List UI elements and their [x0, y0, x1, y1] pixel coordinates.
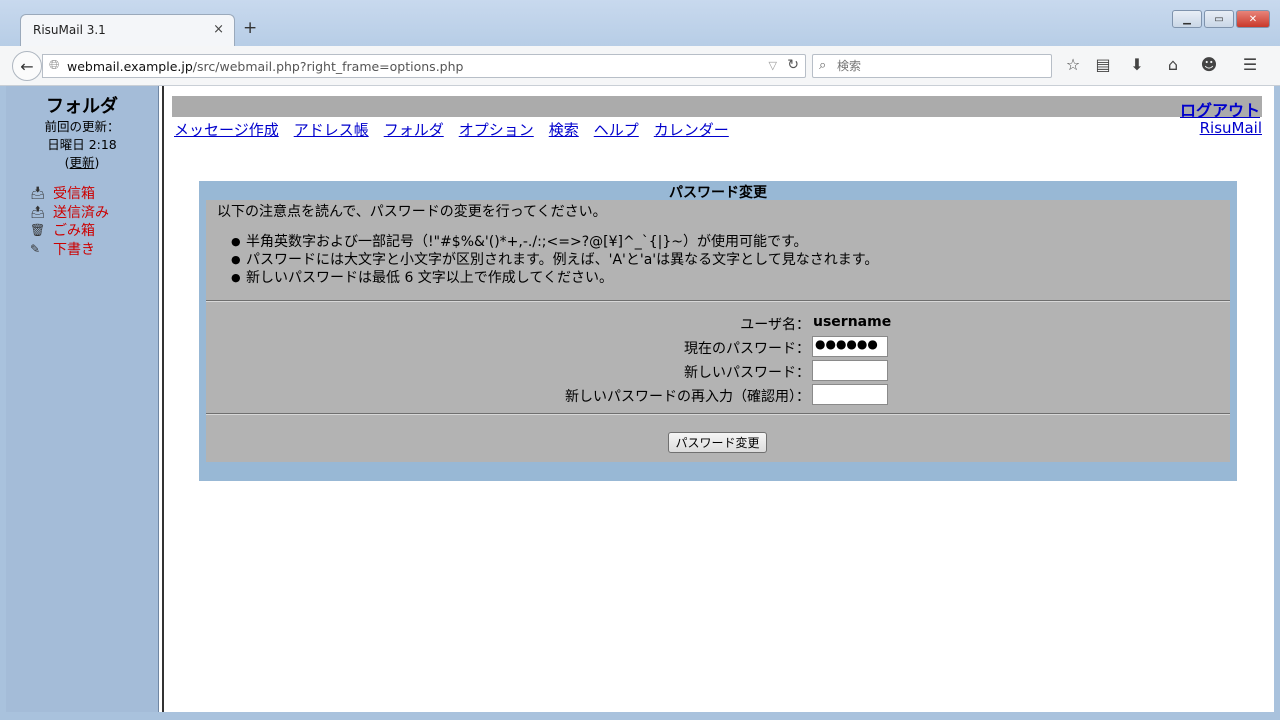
username-value: username: [813, 314, 892, 330]
new-password-row: 新しいパスワード：: [206, 360, 1230, 381]
folder-link-drafts[interactable]: 下書き: [53, 239, 95, 259]
folder-item-drafts[interactable]: ✎ 下書き: [30, 240, 109, 259]
menu-addressbook[interactable]: アドレス帳: [294, 119, 369, 140]
home-icon[interactable]: ⌂: [1162, 55, 1184, 74]
frame-divider[interactable]: [158, 86, 164, 712]
chat-icon[interactable]: ☻: [1198, 55, 1220, 74]
last-update-label: 前回の更新：: [44, 119, 120, 134]
menu-help[interactable]: ヘルプ: [594, 119, 639, 140]
url-path: /src/webmail.php?right_frame=options.php: [192, 59, 464, 74]
drafts-icon: ✎: [30, 241, 41, 256]
change-password-button[interactable]: パスワード変更: [668, 432, 767, 453]
current-password-row: 現在のパスワード： ●●●●●●: [206, 336, 1230, 357]
last-update-time: 日曜日 2:18: [47, 137, 117, 152]
folder-link-inbox[interactable]: 受信箱: [53, 183, 95, 203]
window-controls: ▁ ▭ ✕: [1172, 10, 1270, 28]
note-item: 新しいパスワードは最低 6 文字以上で作成してください。: [231, 269, 878, 287]
url-bar[interactable]: 🌐︎ webmail.example.jp/src/webmail.php?ri…: [42, 54, 806, 78]
current-password-field[interactable]: ●●●●●●: [812, 336, 888, 357]
sidebar-title: フォルダ: [46, 96, 118, 117]
history-dropdown-icon[interactable]: ▽: [769, 59, 777, 72]
url-text[interactable]: webmail.example.jp/src/webmail.php?right…: [67, 59, 463, 74]
current-password-label: 現在のパスワード：: [684, 341, 810, 357]
note-item: パスワードには大文字と小文字が区別されます。例えば、'A'と'a'は異なる文字と…: [231, 251, 878, 269]
menu-calendar[interactable]: カレンダー: [654, 119, 729, 140]
folder-link-sent[interactable]: 送信済み: [53, 202, 109, 222]
window-bottom-border: [0, 712, 1280, 720]
username-label: ユーザ名：: [740, 317, 810, 333]
menu-icon[interactable]: ☰: [1239, 55, 1261, 74]
sent-icon: 📤︎: [30, 204, 46, 219]
globe-icon: 🌐︎: [49, 58, 60, 73]
folder-item-sent[interactable]: 📤︎ 送信済み: [30, 203, 109, 222]
back-arrow-icon[interactable]: ←: [12, 51, 42, 81]
tab-close-icon[interactable]: ×: [213, 22, 224, 37]
folder-item-inbox[interactable]: 📥︎ 受信箱: [30, 184, 109, 203]
download-icon[interactable]: ⬇: [1126, 55, 1148, 74]
new-tab-icon[interactable]: +: [243, 20, 257, 37]
refresh-line: (更新): [6, 152, 158, 171]
main-frame: ログアウト メッセージ作成 アドレス帳 フォルダ オプション 検索 ヘルプ カレ…: [172, 86, 1274, 712]
divider: [206, 300, 1230, 302]
minimize-icon[interactable]: ▁: [1172, 10, 1202, 28]
menu-compose[interactable]: メッセージ作成: [174, 119, 279, 140]
panel-title: パスワード変更: [669, 185, 767, 201]
divider: [206, 413, 1230, 415]
bookmark-star-icon[interactable]: ☆: [1062, 55, 1084, 74]
password-notes: 半角英数字および一部記号（!"#$%&'()*+,-./:;<=>?@[¥]^_…: [231, 233, 878, 287]
maximize-icon[interactable]: ▭: [1204, 10, 1234, 28]
confirm-password-label: 新しいパスワードの再入力（確認用）：: [565, 389, 810, 405]
refresh-link[interactable]: 更新: [69, 155, 94, 170]
folder-sidebar: フォルダ 前回の更新： 日曜日 2:18 (更新) 📥︎ 受信箱 📤︎ 送信済み…: [6, 86, 158, 712]
logout-link[interactable]: ログアウト: [1180, 97, 1260, 121]
username-row: ユーザ名： username: [206, 312, 1230, 333]
panel-body: 以下の注意点を読んで、パスワードの変更を行ってください。 半角英数字および一部記…: [206, 200, 1230, 462]
password-change-panel: パスワード変更 以下の注意点を読んで、パスワードの変更を行ってください。 半角英…: [199, 181, 1237, 481]
top-bar: ログアウト: [172, 96, 1262, 120]
reading-list-icon[interactable]: ▤: [1092, 55, 1114, 74]
folder-link-trash[interactable]: ごみ箱: [53, 220, 95, 240]
menu-folders[interactable]: フォルダ: [384, 119, 444, 140]
refresh-paren-close: ): [94, 155, 100, 170]
main-menu: メッセージ作成 アドレス帳 フォルダ オプション 検索 ヘルプ カレンダー: [174, 119, 729, 140]
search-input[interactable]: [837, 58, 1037, 74]
url-host: webmail.example.jp: [67, 59, 193, 74]
note-item: 半角英数字および一部記号（!"#$%&'()*+,-./:;<=>?@[¥]^_…: [231, 233, 878, 251]
folder-list: 📥︎ 受信箱 📤︎ 送信済み 🗑︎ ごみ箱 ✎ 下書き: [30, 184, 109, 258]
page-content: フォルダ 前回の更新： 日曜日 2:18 (更新) 📥︎ 受信箱 📤︎ 送信済み…: [6, 86, 1274, 712]
new-password-field[interactable]: [812, 360, 888, 381]
confirm-password-field[interactable]: [812, 384, 888, 405]
intro-text: 以下の注意点を読んで、パスワードの変更を行ってください。: [217, 204, 607, 220]
close-window-icon[interactable]: ✕: [1236, 10, 1270, 28]
reload-icon[interactable]: ↻: [787, 57, 799, 73]
trash-icon: 🗑︎: [30, 223, 46, 238]
inbox-icon: 📥︎: [30, 186, 46, 201]
search-icon: ⌕: [819, 58, 827, 73]
browser-navbar: ← 🌐︎ webmail.example.jp/src/webmail.php?…: [0, 46, 1280, 86]
menu-options[interactable]: オプション: [459, 119, 534, 140]
search-bar[interactable]: ⌕: [812, 54, 1052, 78]
browser-titlebar: RisuMail 3.1 × + ▁ ▭ ✕: [0, 0, 1280, 46]
tab-title: RisuMail 3.1: [33, 23, 106, 37]
new-password-label: 新しいパスワード：: [684, 365, 810, 381]
menu-search[interactable]: 検索: [549, 119, 579, 140]
brand-link[interactable]: RisuMail: [1200, 119, 1262, 137]
confirm-password-row: 新しいパスワードの再入力（確認用）：: [206, 384, 1230, 405]
folder-item-trash[interactable]: 🗑︎ ごみ箱: [30, 221, 109, 240]
browser-tab[interactable]: RisuMail 3.1 ×: [20, 14, 235, 46]
